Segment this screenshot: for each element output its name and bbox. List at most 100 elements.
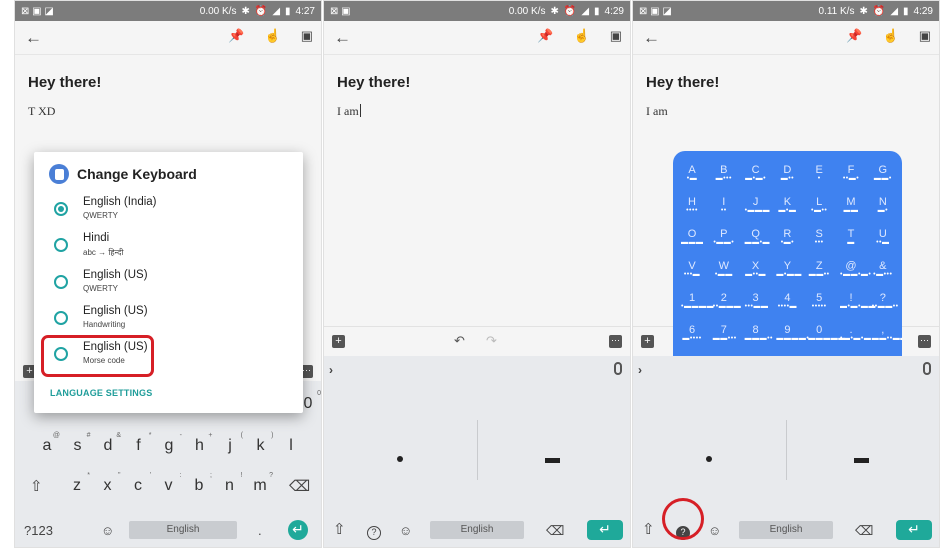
language-settings-link[interactable]: LANGUAGE SETTINGS	[50, 388, 152, 398]
key-a[interactable]: a @	[36, 432, 60, 455]
reminder-hand-icon[interactable]: ☝	[574, 28, 590, 44]
note-body[interactable]: T XD	[28, 104, 55, 119]
morse-cell: W •▬▬	[714, 260, 733, 278]
backspace-icon[interactable]: ⌫	[546, 523, 564, 539]
keyboard-option[interactable]: Hindi abc → हिन्दी	[34, 228, 303, 264]
emoji-icon[interactable]: ☺	[399, 523, 412, 538]
mic-icon[interactable]	[614, 362, 622, 375]
clock: 4:29	[604, 5, 624, 17]
dot-key[interactable]	[397, 456, 403, 462]
keyboard-option[interactable]: English (US) QWERTY	[34, 265, 303, 301]
chevron-right-icon[interactable]: ›	[638, 363, 642, 377]
dash-key[interactable]	[545, 458, 560, 463]
morse-cell: 9 ▬▬▬▬•	[776, 324, 810, 342]
note-title[interactable]: Hey there!	[28, 74, 101, 91]
morse-cell: A •▬	[686, 164, 698, 182]
pin-icon[interactable]: 📌	[228, 28, 244, 44]
highlight-circle	[662, 498, 704, 540]
add-icon[interactable]: +	[332, 335, 345, 348]
key-x[interactable]: x "	[97, 472, 121, 495]
status-bar: ⊠ ▣ ◪ 0.00 K/s ✱ ⏰ ◢ ▮ 4:27	[15, 1, 321, 21]
note-title[interactable]: Hey there!	[646, 74, 719, 91]
morse-cell: 4 ••••▬	[777, 292, 798, 310]
note-title[interactable]: Hey there!	[337, 74, 410, 91]
spacebar[interactable]: English	[430, 521, 524, 539]
backspace-icon[interactable]: ⌫	[855, 523, 873, 539]
undo-icon[interactable]: ↶	[454, 333, 465, 349]
shift-icon[interactable]: ⇧	[333, 520, 346, 538]
shift-icon[interactable]: ⇧	[642, 520, 655, 538]
archive-icon[interactable]: ▣	[610, 28, 622, 44]
spacebar[interactable]: English	[739, 521, 833, 539]
redo-icon[interactable]: ↷	[486, 333, 497, 349]
archive-icon[interactable]: ▣	[919, 28, 931, 44]
symbols-key[interactable]: ?123	[24, 523, 53, 538]
pin-icon[interactable]: 📌	[846, 28, 862, 44]
morse-cell: 1 •▬▬▬▬	[681, 292, 714, 310]
key-z[interactable]: z *	[66, 472, 90, 495]
enter-button[interactable]: ↵	[587, 520, 623, 540]
shift-icon[interactable]: ⇧	[30, 477, 43, 495]
radio-button[interactable]	[54, 275, 68, 289]
enter-button[interactable]: ↵	[288, 520, 308, 540]
key-l[interactable]: l	[280, 437, 302, 455]
key-n[interactable]: n!	[219, 472, 242, 495]
reminder-hand-icon[interactable]: ☝	[265, 28, 281, 44]
spacebar[interactable]: English	[129, 521, 237, 539]
more-icon[interactable]: ⋯	[918, 335, 931, 348]
pin-icon[interactable]: 📌	[537, 28, 553, 44]
signal-icon: ◢	[272, 5, 281, 17]
note-toolbar: + ↶ ↷ ⋯	[324, 326, 630, 356]
mic-icon[interactable]	[923, 362, 931, 375]
morse-cell: G ▬▬•	[873, 164, 892, 182]
key-m[interactable]: m?	[249, 472, 273, 495]
signal-icon: ◢	[581, 5, 590, 17]
option-subtitle: QWERTY	[83, 284, 118, 293]
note-body[interactable]: I am	[337, 104, 361, 119]
radio-button[interactable]	[54, 311, 68, 325]
key-k[interactable]: k)	[250, 432, 274, 455]
key-s[interactable]: s #	[67, 432, 91, 455]
morse-cell: ,▬▬••▬▬	[871, 324, 902, 342]
reminder-hand-icon[interactable]: ☝	[883, 28, 899, 44]
app-bar: ← 📌 ☝ ▣	[633, 21, 939, 55]
option-subtitle: abc → हिन्दी	[83, 248, 124, 257]
battery-icon: ▮	[594, 5, 600, 17]
alarm-icon: ⏰	[563, 5, 577, 17]
morse-cell: ? ••▬▬••	[871, 292, 899, 310]
more-icon[interactable]: ⋯	[609, 335, 622, 348]
battery-icon: ▮	[285, 5, 291, 17]
morse-cell: S •••	[814, 228, 824, 246]
network-speed: 0.11 K/s	[818, 5, 855, 17]
key-c[interactable]: c '	[127, 472, 151, 495]
divider	[786, 420, 787, 480]
back-arrow-icon[interactable]: ←	[25, 28, 42, 48]
morse-cell: 0 ▬▬▬▬▬	[808, 324, 846, 342]
keyboard-option[interactable]: English (India) QWERTY	[34, 192, 303, 228]
add-icon[interactable]: +	[641, 335, 654, 348]
radio-button[interactable]	[54, 202, 68, 216]
key-d[interactable]: d &	[97, 432, 121, 455]
note-body[interactable]: I am	[646, 104, 668, 119]
backspace-icon[interactable]: ⌫	[289, 477, 310, 495]
keyboard-option[interactable]: English (US) Handwriting	[34, 301, 303, 337]
key-v[interactable]: v:	[158, 472, 182, 495]
emoji-icon[interactable]: ☺	[708, 523, 721, 538]
chevron-right-icon[interactable]: ›	[329, 363, 333, 377]
dot-key[interactable]	[706, 456, 712, 462]
back-arrow-icon[interactable]: ←	[334, 28, 351, 48]
back-arrow-icon[interactable]: ←	[643, 28, 660, 48]
enter-button[interactable]: ↵	[896, 520, 932, 540]
key-h[interactable]: h +	[189, 432, 212, 455]
help-icon[interactable]: ?	[367, 523, 381, 540]
morse-cell: Q ▬▬•▬	[744, 228, 771, 246]
emoji-icon[interactable]: ☺	[101, 523, 114, 538]
key-j[interactable]: j(	[219, 432, 243, 455]
key-g[interactable]: g-	[158, 432, 182, 455]
key-f[interactable]: f *	[128, 432, 151, 455]
dash-key[interactable]	[854, 458, 869, 463]
archive-icon[interactable]: ▣	[301, 28, 313, 44]
key-b[interactable]: b;	[188, 472, 212, 495]
radio-button[interactable]	[54, 238, 68, 252]
period-key[interactable]: .	[258, 523, 262, 538]
